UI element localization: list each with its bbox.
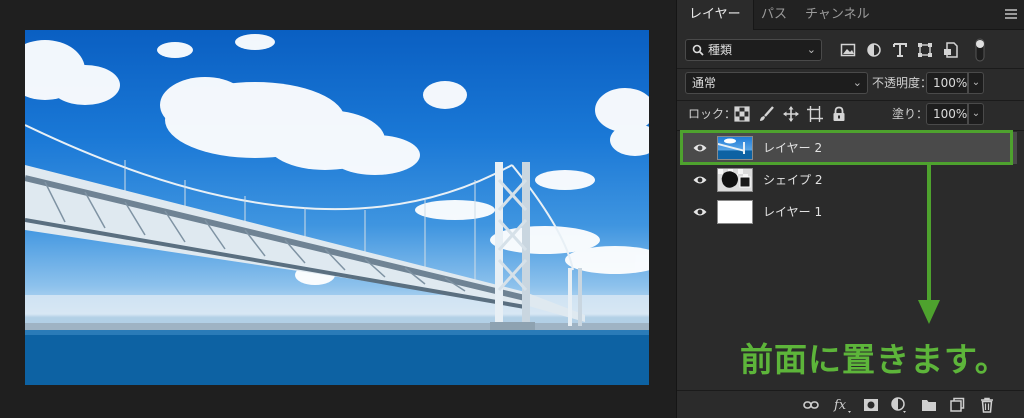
- lock-image-icon[interactable]: [759, 106, 775, 122]
- eye-visibility-icon[interactable]: [693, 174, 707, 186]
- adjustment-filter-icon[interactable]: [866, 42, 882, 58]
- opacity-value: 100%: [933, 76, 968, 90]
- layer-name: レイヤー 1: [763, 205, 823, 219]
- new-layer-icon[interactable]: [949, 397, 965, 413]
- shape-filter-icon[interactable]: [917, 42, 933, 58]
- link-layers-icon[interactable]: [803, 397, 819, 413]
- annotation-arrow-line: [927, 165, 931, 305]
- shape-thumbnail-graphic: [718, 169, 752, 191]
- lock-position-icon[interactable]: [783, 106, 799, 122]
- filter-toggle-icon[interactable]: [975, 38, 985, 62]
- tab-paths[interactable]: パス: [749, 0, 799, 30]
- blend-mode-value: 通常: [692, 76, 717, 90]
- lock-artboard-icon[interactable]: [807, 106, 823, 122]
- layer-thumbnail-bridge: [717, 136, 753, 160]
- bridge-photo-illustration: [25, 34, 649, 385]
- bridge-photo: [25, 30, 649, 385]
- layer-name: シェイプ 2: [763, 173, 823, 187]
- mask-icon[interactable]: [863, 397, 879, 413]
- layers-panel-bottom-toolbar: fx: [677, 390, 1024, 418]
- bridge-thumbnail-graphic: [718, 138, 745, 154]
- eye-visibility-icon[interactable]: [693, 142, 707, 154]
- layer-thumbnail-white: [717, 200, 753, 224]
- lock-transparent-icon[interactable]: [734, 106, 750, 122]
- fill-value: 100%: [933, 107, 968, 121]
- opacity-label: 不透明度：: [872, 76, 933, 90]
- fx-icon[interactable]: fx: [833, 397, 853, 413]
- image-filter-icon[interactable]: [840, 42, 856, 58]
- svg-text:fx: fx: [833, 398, 847, 413]
- opacity-dropdown-button[interactable]: ⌄: [968, 72, 984, 94]
- layer-row-layer-2[interactable]: レイヤー 2: [681, 132, 1017, 164]
- lock-label: ロック：: [688, 107, 737, 121]
- search-icon: [692, 44, 704, 56]
- adjustment-layer-icon[interactable]: [891, 397, 907, 413]
- chevron-down-icon: ⌄: [852, 76, 862, 89]
- smart-object-filter-icon[interactable]: [943, 42, 959, 58]
- tab-layers[interactable]: レイヤー: [677, 0, 754, 30]
- chevron-down-icon: ⌄: [806, 43, 816, 56]
- panel-menu-icon[interactable]: [1005, 9, 1017, 19]
- layer-filter-value: 種類: [708, 43, 733, 57]
- layer-name: レイヤー 2: [763, 141, 823, 155]
- eye-visibility-icon[interactable]: [693, 206, 707, 218]
- layer-filter-select[interactable]: 種類 ⌄: [685, 39, 822, 61]
- blend-mode-select[interactable]: 通常 ⌄: [685, 72, 868, 94]
- fill-dropdown-button[interactable]: ⌄: [968, 103, 984, 125]
- fill-input[interactable]: 100%: [926, 103, 968, 125]
- annotation-caption: 前面に置きます。: [740, 340, 1009, 379]
- annotation-arrow-down-icon: [918, 300, 940, 324]
- layer-row-shape-2[interactable]: シェイプ 2: [681, 164, 1017, 196]
- group-folder-icon[interactable]: [921, 397, 937, 413]
- layer-row-layer-1[interactable]: レイヤー 1: [681, 196, 1017, 228]
- fill-label: 塗り：: [892, 107, 929, 121]
- lock-all-icon[interactable]: [831, 106, 847, 122]
- panel-tab-bar: レイヤー パス チャンネル: [677, 0, 1024, 30]
- trash-icon[interactable]: [979, 397, 995, 413]
- document-canvas[interactable]: [0, 0, 676, 418]
- tab-channels[interactable]: チャンネル: [793, 0, 882, 30]
- opacity-input[interactable]: 100%: [926, 72, 968, 94]
- type-filter-icon[interactable]: [892, 42, 908, 58]
- layer-thumbnail-shape: [717, 168, 753, 192]
